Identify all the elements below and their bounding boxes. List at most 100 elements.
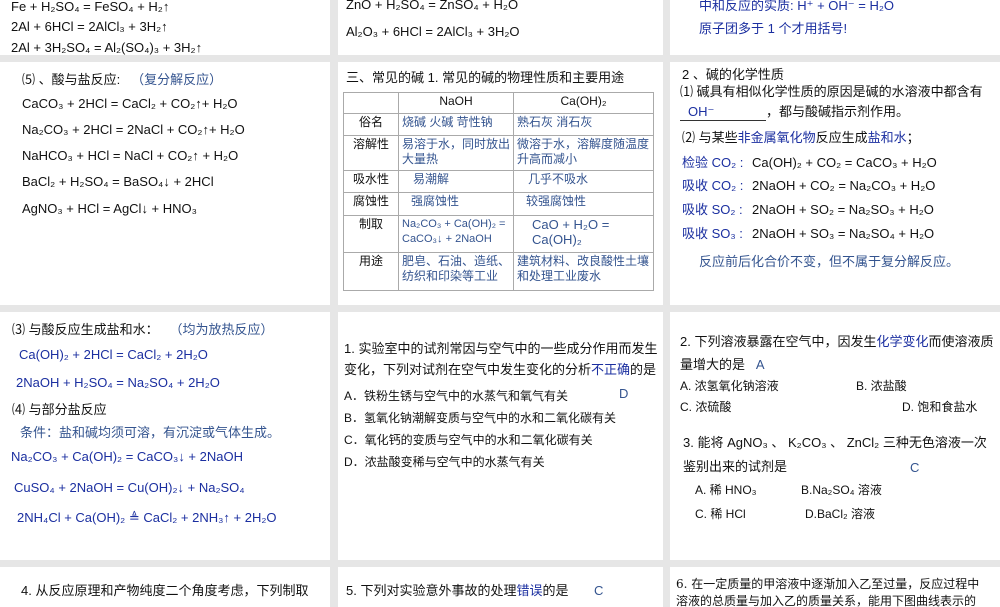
- label: 检验 CO₂ :: [682, 155, 744, 170]
- title-text: ⑶ 与酸反应生成盐和水：: [12, 322, 159, 337]
- slide-acid-salt[interactable]: ⑸ 、酸与盐反应: （复分解反应） CaCO₃ + 2HCl = CaCl₂ +…: [0, 62, 330, 305]
- section-title: 2 、碱的化学性质: [682, 67, 784, 82]
- highlight: 化学变化: [876, 334, 929, 349]
- row-label: 俗名: [343, 113, 399, 136]
- header-cell: Ca(OH)₂: [513, 92, 654, 114]
- label: 吸收 CO₂ :: [682, 178, 744, 193]
- equation: Al₂O₃ + 6HCl = 2AlCl₃ + 3H₂O: [346, 24, 520, 39]
- title-note: （均为放热反应）: [169, 322, 274, 337]
- equation: Fe + H₂SO₄ = FeSO₄ + H₂↑: [11, 0, 170, 14]
- question-text: 4. 从反应原理和产物纯度二个角度考虑，下列制取: [21, 583, 309, 598]
- equation: CaCO₃ + 2HCl = CaCl₂ + CO₂↑+ H₂O: [22, 96, 238, 111]
- neutralization-essence: 中和反应的实质: H⁺ + OH⁻ = H₂O: [699, 0, 895, 13]
- table-row: 吸水性 易潮解 几乎不吸水: [343, 170, 654, 193]
- table-header-row: NaOH Ca(OH)₂: [343, 92, 654, 114]
- slide-common-bases[interactable]: 三、常见的碱 1. 常见的碱的物理性质和主要用途 NaOH Ca(OH)₂ 俗名…: [338, 62, 663, 305]
- equation: BaCl₂ + H₂SO₄ = BaSO₄↓ + 2HCl: [22, 174, 214, 189]
- cell: 易潮解: [398, 170, 514, 193]
- paragraph-end: ，都与酸碱指示剂作用。: [766, 104, 910, 119]
- equation-row: 吸收 SO₃ : 2NaOH + SO₃ = Na₂SO₄ + H₂O: [682, 226, 934, 242]
- label: 吸收 SO₃ :: [682, 226, 743, 241]
- slide-question-6[interactable]: 6. 在一定质量的甲溶液中逐渐加入乙至过量，反应过程中 溶液的总质量与加入乙的质…: [670, 567, 1000, 607]
- option: A. 浓氢氧化钠溶液: [680, 379, 779, 393]
- option: C．氧化钙的变质与空气中的水和二氧化碳有关: [344, 433, 593, 447]
- equation: 2Al + 3H₂SO₄ = Al₂(SO₄)₃ + 3H₂↑: [11, 40, 203, 55]
- question-text: 量增大的是 A: [680, 357, 765, 373]
- slide-question-5[interactable]: 5. 下列对实验意外事故的处理错误的是 C: [338, 567, 663, 607]
- slide-metal-acid[interactable]: Fe + H₂SO₄ = FeSO₄ + H₂↑ 2Al + 6HCl = 2A…: [0, 0, 330, 55]
- section-heading: 三、常见的碱 1. 常见的碱的物理性质和主要用途: [346, 70, 625, 85]
- equation: CuSO₄ + 2NaOH = Cu(OH)₂↓ + Na₂SO₄: [14, 480, 245, 495]
- question-text: 鉴别出来的试剂是: [683, 459, 788, 474]
- answer: C: [594, 583, 604, 598]
- option: A．铁粉生锈与空气中的水蒸气和氧气有关: [344, 389, 569, 403]
- title-text: ⑸ 、酸与盐反应:: [22, 72, 121, 87]
- highlight: 不正确: [591, 362, 631, 377]
- blank-answer: OH⁻: [680, 104, 766, 121]
- cell: 易溶于水，同时放出大量热: [398, 135, 514, 171]
- equation: 2NaOH + SO₃ = Na₂SO₄ + H₂O: [752, 226, 935, 241]
- label: 吸收 SO₂ :: [682, 202, 743, 217]
- slide-oxide-acid[interactable]: ZnO + H₂SO₄ = ZnSO₄ + H₂O Al₂O₃ + 6HCl =…: [338, 0, 663, 55]
- slide-base-chemistry[interactable]: 2 、碱的化学性质 ⑴ 碱具有相似化学性质的原因是碱的水溶液中都含有 OH⁻ ，都…: [670, 62, 1000, 305]
- equation-row: 吸收 CO₂ : 2NaOH + CO₂ = Na₂CO₃ + H₂O: [682, 178, 935, 194]
- highlight: 错误: [516, 583, 543, 598]
- equation-row: 检验 CO₂ : Ca(OH)₂ + CO₂ = CaCO₃ + H₂O: [682, 155, 937, 171]
- cell: 肥皂、石油、造纸、纺织和印染等工业: [398, 252, 514, 291]
- equation: AgNO₃ + HCl = AgCl↓ + HNO₃: [22, 201, 197, 216]
- cell: CaO + H₂O = Ca(OH)₂: [513, 215, 654, 253]
- equation: NaHCO₃ + HCl = NaCl + CO₂↑ + H₂O: [22, 148, 239, 163]
- option: D. 饱和食盐水: [902, 400, 978, 414]
- table-row: 溶解性 易溶于水，同时放出大量热 微溶于水，溶解度随温度升高而减小: [343, 135, 654, 171]
- text: 的是: [630, 362, 657, 377]
- question-text: 3. 能将 AgNO₃ 、 K₂CO₃ 、 ZnCl₂ 三种无色溶液一次: [683, 435, 987, 450]
- text: 2. 下列溶液暴露在空气中，因发生: [680, 334, 877, 349]
- slide-question-1[interactable]: 1. 实验室中的试剂常因与空气中的一些成分作用而发生 变化，下列对试剂在空气中发…: [338, 312, 663, 560]
- slide-questions-2-3[interactable]: 2. 下列溶液暴露在空气中，因发生化学变化而使溶液质 量增大的是 A A. 浓氢…: [670, 312, 1000, 560]
- equation-row: 吸收 SO₂ : 2NaOH + SO₂ = Na₂SO₃ + H₂O: [682, 202, 934, 218]
- text: 变化，下列对试剂在空气中发生变化的分析: [344, 362, 592, 377]
- bracket-note: 原子团多于 1 个才用括号!: [699, 21, 848, 36]
- equation: 2NaOH + CO₂ = Na₂CO₃ + H₂O: [752, 178, 936, 193]
- option: B. 浓盐酸: [856, 379, 907, 393]
- text: ⑵ 与某些: [682, 130, 738, 145]
- cell: 较强腐蚀性: [513, 192, 654, 216]
- option: C. 稀 HCl: [695, 507, 746, 521]
- cell: 强腐蚀性: [398, 192, 514, 216]
- row-label: 吸水性: [343, 170, 399, 193]
- row-label: 溶解性: [343, 135, 399, 171]
- cell: 微溶于水，溶解度随温度升高而减小: [513, 135, 654, 171]
- cell: Na₂CO₃ + Ca(OH)₂ = CaCO₃↓ + 2NaOH: [398, 215, 514, 253]
- paragraph: ⑵ 与某些非金属氧化物反应生成盐和水；: [682, 130, 920, 146]
- table-row: 腐蚀性 强腐蚀性 较强腐蚀性: [343, 192, 654, 216]
- question-text: 溶液的总质量与加入乙的质量关系，能用下图曲线表示的: [676, 594, 977, 607]
- highlight: 非金属氧化物: [737, 130, 816, 145]
- slide-question-4[interactable]: 4. 从反应原理和产物纯度二个角度考虑，下列制取: [0, 567, 330, 607]
- answer: D: [619, 386, 629, 401]
- equation: 2NaOH + H₂SO₄ = Na₂SO₄ + 2H₂O: [16, 375, 220, 390]
- fill-blank: OH⁻ ，都与酸碱指示剂作用。: [680, 104, 909, 121]
- row-label: 用途: [343, 252, 399, 291]
- text: 的是: [542, 583, 569, 598]
- text: ；: [906, 130, 920, 145]
- slide-base-reactions[interactable]: ⑶ 与酸反应生成盐和水： （均为放热反应） Ca(OH)₂ + 2HCl = C…: [0, 312, 330, 560]
- equation: Ca(OH)₂ + CO₂ = CaCO₃ + H₂O: [752, 155, 937, 170]
- row-label: 制取: [343, 215, 399, 253]
- option: B．氢氧化钠潮解变质与空气中的水和二氧化碳有关: [344, 411, 617, 425]
- section-title: ⑸ 、酸与盐反应: （复分解反应）: [22, 72, 222, 88]
- text: 5. 下列对实验意外事故的处理: [346, 583, 517, 598]
- paragraph: ⑴ 碱具有相似化学性质的原因是碱的水溶液中都含有: [680, 84, 983, 99]
- bases-table: NaOH Ca(OH)₂ 俗名 烧碱 火碱 苛性钠 熟石灰 消石灰 溶解性 易溶…: [343, 92, 654, 291]
- table-row: 用途 肥皂、石油、造纸、纺织和印染等工业 建筑材料、改良酸性土壤和处理工业废水: [343, 252, 654, 291]
- section-title: ⑶ 与酸反应生成盐和水： （均为放热反应）: [12, 322, 273, 338]
- equation: 2NaOH + SO₂ = Na₂SO₃ + H₂O: [752, 202, 934, 217]
- cell: 建筑材料、改良酸性土壤和处理工业废水: [513, 252, 654, 291]
- condition: 条件：盐和碱均须可溶，有沉淀或气体生成。: [20, 425, 281, 440]
- table-row: 制取 Na₂CO₃ + Ca(OH)₂ = CaCO₃↓ + 2NaOH CaO…: [343, 215, 654, 253]
- header-cell: [343, 92, 399, 114]
- option: D．浓盐酸变稀与空气中的水蒸气有关: [344, 455, 545, 469]
- highlight: 盐和水: [867, 130, 907, 145]
- slide-neutralization[interactable]: 中和反应的实质: H⁺ + OH⁻ = H₂O 原子团多于 1 个才用括号!: [670, 0, 1000, 55]
- equation: Na₂CO₃ + Ca(OH)₂ = CaCO₃↓ + 2NaOH: [11, 449, 243, 464]
- section-title: ⑷ 与部分盐反应: [12, 402, 107, 417]
